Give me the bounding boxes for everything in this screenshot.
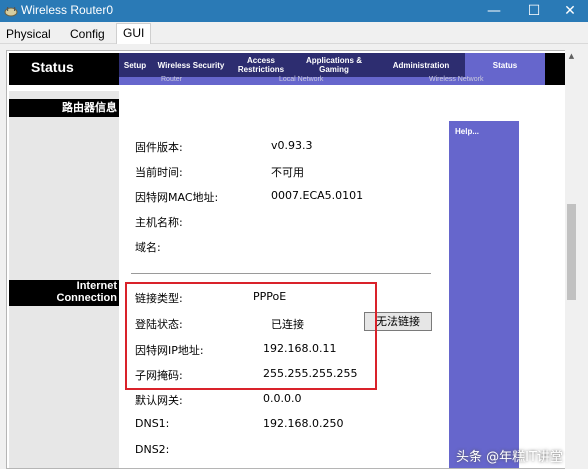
close-button[interactable]: ✕ <box>552 0 588 22</box>
section-divider <box>131 273 431 274</box>
mac-value: 0007.ECA5.0101 <box>271 189 364 202</box>
router-app-icon <box>4 7 18 17</box>
maximize-button[interactable]: ☐ <box>516 0 552 22</box>
tab-config[interactable]: Config <box>64 25 111 44</box>
menu-wireless-security[interactable]: Wireless Security <box>151 53 231 77</box>
submenu-router[interactable]: Router <box>161 76 182 83</box>
firmware-label: 固件版本: <box>135 141 183 154</box>
router-web-page: Status Setup Wireless Security Access Re… <box>6 50 568 469</box>
maximize-icon: ☐ <box>527 3 541 19</box>
submenu-local-network[interactable]: Local Network <box>279 76 323 83</box>
left-column: 路由器信息 Internet Connection <box>9 91 119 468</box>
router-header: Status Setup Wireless Security Access Re… <box>9 53 565 85</box>
minimize-button[interactable]: — <box>476 0 512 22</box>
router-menu: Setup Wireless Security Access Restricti… <box>119 53 465 77</box>
section-internet: Internet <box>9 280 119 292</box>
vertical-scrollbar[interactable]: ▲ <box>565 50 578 469</box>
mac-label: 因特网MAC地址: <box>135 191 219 204</box>
tab-strip: Physical Config GUI <box>0 22 588 45</box>
menu-access-restrictions[interactable]: Access Restrictions <box>231 53 291 77</box>
dns1-value: 192.168.0.250 <box>263 417 344 430</box>
help-panel: Help... <box>449 121 519 468</box>
section-connection: Connection <box>9 292 119 306</box>
scroll-up-icon[interactable]: ▲ <box>567 52 576 61</box>
firmware-value: v0.93.3 <box>271 139 313 152</box>
page: Wireless Router0 — ☐ ✕ Physical Config G… <box>0 0 588 469</box>
submenu-wireless-network[interactable]: Wireless Network <box>429 76 483 83</box>
menu-applications-gaming[interactable]: Applications & Gaming <box>295 53 373 77</box>
annotation-highlight-box <box>125 282 377 390</box>
hostname-label: 主机名称: <box>135 216 183 229</box>
router-submenu: Router Local Network Wireless Network <box>119 76 545 85</box>
domain-label: 域名: <box>135 241 161 254</box>
time-label: 当前时间: <box>135 166 183 179</box>
help-column: Help... <box>439 91 563 468</box>
tab-gui[interactable]: GUI <box>116 23 152 45</box>
minimize-icon: — <box>487 3 501 19</box>
scrollbar-thumb[interactable] <box>567 204 576 300</box>
section-title: Status <box>31 59 74 75</box>
watermark: 头条 @年糕IT讲堂 <box>456 450 563 465</box>
menu-setup[interactable]: Setup <box>119 53 151 77</box>
tab-physical[interactable]: Physical <box>0 25 57 44</box>
dns2-label: DNS2: <box>135 443 170 456</box>
menu-status-active[interactable]: Status <box>465 53 545 77</box>
help-link[interactable]: Help... <box>455 127 479 136</box>
window-titlebar: Wireless Router0 — ☐ ✕ <box>0 0 588 22</box>
gateway-value: 0.0.0.0 <box>263 392 302 405</box>
window-title: Wireless Router0 <box>21 3 114 17</box>
section-title-cell: Status <box>9 53 119 85</box>
close-icon: ✕ <box>564 3 576 19</box>
time-value: 不可用 <box>271 166 304 179</box>
header-edge <box>545 53 565 85</box>
dns1-label: DNS1: <box>135 417 170 430</box>
gateway-label: 默认网关: <box>135 394 183 407</box>
status-content: 固件版本: v0.93.3 当前时间: 不可用 因特网MAC地址: 0007.E… <box>119 91 439 468</box>
menu-administration[interactable]: Administration <box>381 53 461 77</box>
section-router-info: 路由器信息 <box>9 99 119 117</box>
